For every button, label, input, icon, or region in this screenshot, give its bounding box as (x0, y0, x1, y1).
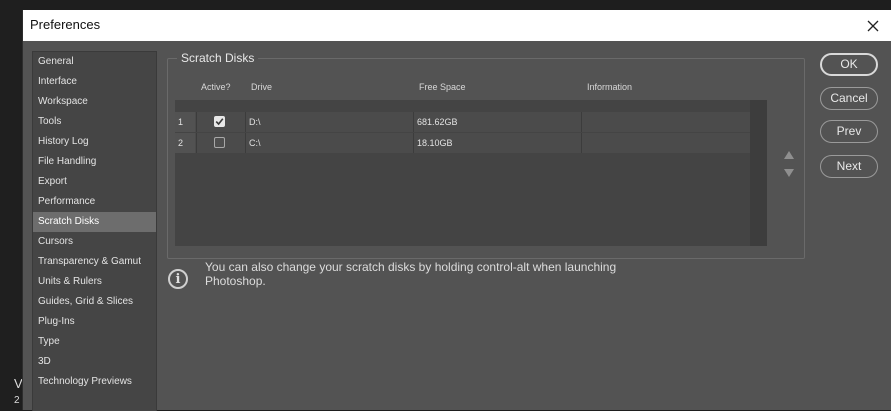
background-panel: V 2 (0, 0, 23, 410)
prev-button[interactable]: Prev (820, 120, 878, 143)
column-header-information: Information (587, 82, 633, 92)
sidebar-item[interactable]: Cursors (33, 232, 156, 252)
column-divider (413, 133, 414, 153)
sidebar-item[interactable]: Units & Rulers (33, 272, 156, 292)
info-message: You can also change your scratch disks b… (205, 260, 617, 288)
info-icon: i (168, 269, 188, 289)
column-divider (196, 112, 197, 132)
active-checkbox[interactable] (214, 137, 225, 148)
active-checkbox[interactable] (214, 116, 225, 127)
column-header-free-space: Free Space (419, 82, 466, 92)
column-divider (245, 112, 246, 132)
sidebar-item[interactable]: Workspace (33, 92, 156, 112)
background-text: 2 (14, 395, 20, 406)
dialog-title: Preferences (30, 17, 101, 32)
column-divider (581, 133, 582, 153)
sidebar-item[interactable]: Export (33, 172, 156, 192)
next-button[interactable]: Next (820, 155, 878, 178)
sidebar-item[interactable]: Transparency & Gamut (33, 252, 156, 272)
column-header-active: Active? (201, 82, 231, 92)
sidebar-item[interactable]: Guides, Grid & Slices (33, 292, 156, 312)
move-up-arrow-icon[interactable] (784, 151, 794, 159)
move-down-arrow-icon[interactable] (784, 169, 794, 177)
sidebar-item[interactable]: Plug-Ins (33, 312, 156, 332)
sidebar-item[interactable]: Tools (33, 112, 156, 132)
cancel-button[interactable]: Cancel (820, 87, 878, 110)
column-divider (581, 112, 582, 132)
drive-cell: C:\ (249, 138, 261, 148)
preferences-sidebar: General Interface Workspace Tools History Lo… (32, 51, 157, 411)
column-header-drive: Drive (251, 82, 273, 92)
row-number: 2 (175, 133, 195, 153)
section-heading: Scratch Disks (177, 51, 259, 65)
sidebar-item[interactable]: Scratch Disks (33, 212, 156, 232)
table-scrollbar[interactable] (750, 100, 767, 246)
column-divider (196, 133, 197, 153)
sidebar-item[interactable]: General (33, 52, 156, 72)
row-number: 1 (175, 112, 195, 132)
column-divider (245, 133, 246, 153)
sidebar-item[interactable]: Interface (33, 72, 156, 92)
sidebar-item[interactable]: Technology Previews (33, 372, 156, 392)
sidebar-item[interactable]: 3D (33, 352, 156, 372)
preferences-dialog: Preferences General Interface Workspace Too… (22, 10, 891, 411)
ok-button[interactable]: OK (820, 53, 878, 76)
title-bar: Preferences (23, 10, 891, 41)
sidebar-item[interactable]: File Handling (33, 152, 156, 172)
table-row[interactable]: 2 C:\ 18.10GB (175, 133, 750, 153)
scratch-disks-table: 1 D:\ 681.62GB 2 C:\ 18.10GB (175, 100, 767, 246)
table-row[interactable]: 1 D:\ 681.62GB (175, 112, 750, 132)
drive-cell: D:\ (249, 117, 261, 127)
sidebar-item[interactable]: History Log (33, 132, 156, 152)
column-divider (413, 112, 414, 132)
close-button[interactable] (854, 10, 891, 41)
close-icon (867, 20, 879, 31)
free-space-cell: 18.10GB (417, 138, 453, 148)
sidebar-item[interactable]: Type (33, 332, 156, 352)
checkmark-icon (215, 118, 224, 126)
sidebar-item[interactable]: Performance (33, 192, 156, 212)
free-space-cell: 681.62GB (417, 117, 458, 127)
